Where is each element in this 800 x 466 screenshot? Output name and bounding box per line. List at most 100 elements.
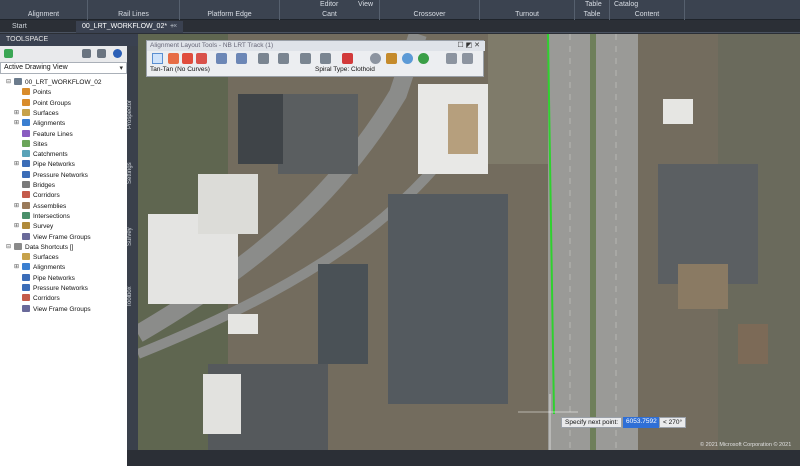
tab-start[interactable]: Start (6, 21, 33, 33)
tree-item[interactable]: ⊟ Data Shortcuts [] (6, 242, 73, 253)
expand-icon[interactable]: ⊞ (14, 202, 19, 209)
ribbon-view-label[interactable]: View (358, 1, 373, 8)
ribbon-panel-platform-edge[interactable]: Platform Edge (180, 0, 280, 20)
expand-icon[interactable]: ⊞ (14, 119, 19, 126)
tree-item[interactable]: Bridges (22, 181, 55, 191)
tree-item[interactable]: ⊞ Pipe Networks (14, 160, 75, 170)
ribbon-panel-alignment[interactable]: Alignment (0, 0, 88, 20)
ribbon-catalog-label[interactable]: Catalog (614, 1, 638, 8)
tab-toolbox[interactable]: Toolbox (127, 282, 138, 312)
undo-icon[interactable] (446, 53, 457, 64)
prompt-value-input[interactable]: 6053.7592 (623, 417, 660, 428)
prompt-angle-input[interactable]: < 270° (659, 417, 687, 428)
tree-item[interactable]: Intersections (22, 211, 70, 222)
tree-item[interactable]: Feature Lines (22, 129, 73, 140)
pi-tool-icon[interactable] (320, 53, 331, 64)
tree-item-label: Pipe Networks (33, 274, 75, 282)
pick-entity-icon[interactable] (386, 53, 397, 64)
sub-entity-editor-icon[interactable] (370, 53, 381, 64)
ribbon-panel-cant[interactable]: Editor View Cant (280, 0, 380, 20)
expand-icon[interactable]: ⊞ (14, 263, 19, 270)
geometry-editor-icon[interactable] (418, 53, 429, 64)
ribbon-editor-label[interactable]: Editor (320, 1, 338, 8)
tree-item[interactable]: View Frame Groups (22, 232, 91, 243)
ribbon-panel-content[interactable]: Catalog Content (610, 0, 685, 20)
ribbon-table-sub-label[interactable]: Table (585, 1, 602, 8)
ribbon-panel-rail-lines[interactable]: Rail Lines (88, 0, 180, 20)
ribbon-panel-turnout[interactable]: Turnout (480, 0, 575, 20)
drawing-viewport[interactable] (138, 34, 800, 450)
line-tool-icon[interactable] (278, 53, 289, 64)
expand-icon[interactable]: ⊞ (14, 109, 19, 116)
tree-item[interactable]: Corridors (22, 191, 60, 201)
free-tangent-icon[interactable] (196, 53, 207, 64)
drawing-icon (14, 78, 22, 85)
tree-item[interactable]: ⊞ Surfaces (14, 108, 59, 119)
redo-icon[interactable] (462, 53, 473, 64)
window-controls[interactable]: ☐ ◩ ✕ (457, 41, 480, 49)
parking-lot-north (278, 94, 358, 174)
pipe-icon (22, 284, 30, 291)
tree-item-label: Points (33, 89, 52, 97)
tab-survey[interactable]: Survey (127, 222, 138, 252)
tree-item[interactable]: ⊟ 00_LRT_WORKFLOW_02 (6, 78, 101, 88)
tree-item[interactable]: View Frame Groups (22, 304, 91, 315)
collapse-icon[interactable]: ⊟ (6, 78, 11, 85)
new-tab-button[interactable]: + (164, 21, 180, 33)
help-icon[interactable] (113, 49, 122, 58)
view-selector[interactable]: Active Drawing View ▾ (0, 62, 127, 74)
tree-item[interactable]: Points (22, 88, 51, 98)
tree-item-label: View Frame Groups (33, 305, 91, 313)
fixed-tangent-icon[interactable] (168, 53, 179, 64)
tangent-icon[interactable] (152, 53, 163, 64)
curve-mode-label[interactable]: Tan-Tan (No Curves) (150, 66, 210, 73)
expand-icon[interactable]: ⊞ (14, 160, 19, 167)
ribbon-panel-table[interactable]: Table Table (575, 0, 610, 20)
tree-item[interactable]: Pressure Networks (22, 284, 88, 294)
prospector-tree: ⊟ 00_LRT_WORKFLOW_02 Points Point Groups ⊞ Su… (0, 74, 127, 466)
site-icon (22, 139, 30, 147)
tree-item[interactable]: Sites (22, 139, 48, 150)
tree-item[interactable]: Surfaces (22, 253, 59, 263)
surface-icon (22, 253, 30, 261)
spiral-tool-icon[interactable] (258, 53, 269, 64)
building-small (228, 314, 258, 334)
tree-item-label: Sites (33, 140, 48, 148)
tree-item[interactable]: Pressure Networks (22, 170, 88, 181)
tree-item[interactable]: ⊞ Alignments (14, 263, 65, 273)
points-icon (22, 88, 30, 96)
tree-item[interactable]: ⊞ Alignments (14, 119, 65, 129)
frame-icon (22, 232, 30, 240)
tree-item[interactable]: ⊞ Assemblies (14, 201, 66, 212)
feature-icon (22, 129, 30, 137)
tree-item-label: Point Groups (33, 99, 71, 107)
delete-entity-icon[interactable] (342, 53, 353, 64)
tree-item-label: Intersections (33, 212, 70, 220)
ribbon-panel-crossover[interactable]: Crossover (380, 0, 480, 20)
ribbon: Alignment Rail Lines Platform Edge Edito… (0, 0, 800, 20)
tree-item[interactable]: Pipe Networks (22, 273, 75, 284)
tab-prospector[interactable]: Prospector (127, 94, 138, 134)
alignment-icon (22, 263, 30, 271)
grid-icon[interactable] (97, 49, 106, 58)
building-white-south (203, 374, 241, 434)
expand-icon[interactable]: ⊞ (14, 222, 19, 229)
tree-item[interactable]: Point Groups (22, 98, 71, 109)
tree-item[interactable]: ⊞ Survey (14, 222, 54, 232)
building-east-2 (663, 99, 693, 124)
floating-tangent-icon[interactable] (182, 53, 193, 64)
tree-item-label: Survey (33, 223, 54, 231)
panel-view-icon[interactable] (82, 49, 91, 58)
grid-view-icon[interactable] (402, 53, 413, 64)
collapse-icon[interactable]: ⊟ (6, 243, 11, 250)
tab-settings[interactable]: Settings (127, 158, 138, 188)
tree-item[interactable]: Catchments (22, 150, 68, 160)
curve-tool-icon[interactable] (216, 53, 227, 64)
pipe-icon (22, 160, 30, 168)
tree-item[interactable]: Corridors (22, 294, 60, 304)
arc-tool-icon[interactable] (236, 53, 247, 64)
fixed-line-icon[interactable] (300, 53, 311, 64)
toolspace-settings-icon[interactable] (4, 49, 13, 58)
tree-item-label: Corridors (33, 192, 60, 200)
spiral-type-label[interactable]: Spiral Type: Clothoid (315, 66, 375, 73)
